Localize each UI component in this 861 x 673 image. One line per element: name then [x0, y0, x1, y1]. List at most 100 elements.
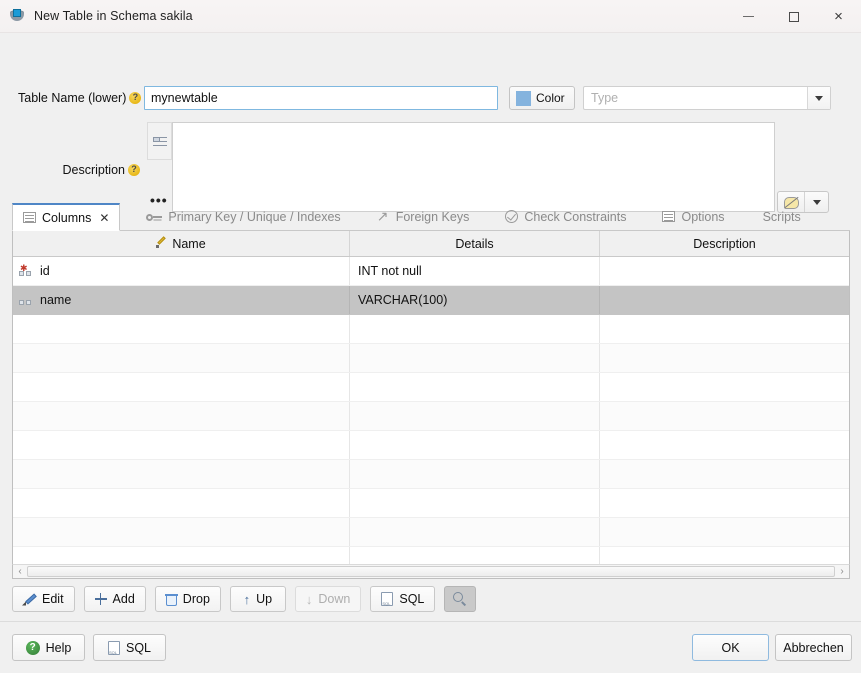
up-button[interactable]: ↑ Up — [229, 586, 286, 612]
cell-description[interactable] — [600, 286, 849, 314]
columns-grid: Name Details Description ✱ id INT not nu… — [12, 231, 850, 579]
close-button[interactable]: × — [816, 0, 861, 33]
grid-header-details-label: Details — [455, 236, 494, 251]
close-icon: × — [834, 8, 843, 25]
tab-columns[interactable]: Columns ✕ — [12, 203, 121, 231]
column-icon — [19, 295, 33, 306]
new-table-dialog: New Table in Schema sakila × Table Name … — [0, 0, 861, 673]
ok-button[interactable]: OK — [692, 634, 769, 661]
help-hint-icon[interactable] — [129, 91, 142, 104]
tab-scripts[interactable]: Scripts — [749, 203, 815, 230]
plus-icon — [94, 593, 107, 605]
color-swatch-icon — [516, 90, 531, 106]
cell-name-text: id — [40, 264, 50, 278]
help-icon — [25, 640, 40, 655]
window-controls: × — [726, 0, 861, 33]
tab-options-label: Options — [681, 209, 725, 224]
help-hint-icon-2[interactable] — [128, 163, 140, 176]
empty-row[interactable] — [13, 431, 849, 460]
grid-icon — [23, 212, 36, 223]
search-button[interactable] — [444, 586, 477, 612]
grid-header-details[interactable]: Details — [350, 231, 600, 256]
table-name-label-text: Table Name (lower) — [18, 91, 127, 105]
down-button: ↓ Down — [294, 586, 362, 612]
cell-name[interactable]: ✱ id — [13, 257, 350, 285]
tab-primary-key[interactable]: Primary Key / Unique / Indexes — [132, 203, 354, 230]
grid-header-name[interactable]: Name — [13, 231, 350, 256]
empty-row[interactable] — [13, 344, 849, 373]
maximize-button[interactable] — [771, 0, 816, 33]
help-button-label: Help — [45, 640, 72, 655]
color-button-label: Color — [536, 91, 565, 105]
scroll-right-icon[interactable]: › — [835, 565, 849, 578]
column-pk-icon: ✱ — [19, 263, 33, 277]
empty-row[interactable] — [13, 373, 849, 402]
sql-file-icon — [381, 592, 394, 606]
tab-foreign-keys[interactable]: ↗ Foreign Keys — [363, 203, 484, 230]
drop-button[interactable]: Drop — [154, 586, 221, 612]
minimize-button[interactable] — [726, 0, 771, 33]
add-button[interactable]: Add — [83, 586, 146, 612]
tab-scripts-label: Scripts — [762, 209, 801, 224]
cell-name-text: name — [40, 293, 72, 307]
description-format-button[interactable] — [147, 122, 172, 160]
table-row[interactable]: ✱ id INT not null — [13, 257, 849, 286]
grid-horizontal-scrollbar[interactable]: ‹ › — [12, 564, 850, 579]
check-circle-icon — [505, 210, 519, 223]
pencil-icon — [23, 593, 36, 606]
sql-button-label: SQL — [399, 592, 425, 606]
ok-button-label: OK — [721, 640, 740, 655]
tab-primary-key-label: Primary Key / Unique / Indexes — [168, 209, 341, 224]
database-table-icon — [9, 8, 25, 24]
empty-row[interactable] — [13, 489, 849, 518]
table-row[interactable]: name VARCHAR(100) — [13, 286, 849, 315]
tab-close-icon[interactable]: ✕ — [99, 211, 109, 225]
arrow-up-icon: ↑ — [243, 591, 251, 607]
description-label: Description — [18, 163, 140, 177]
scroll-left-icon[interactable]: ‹ — [13, 565, 27, 578]
sql-button[interactable]: SQL — [370, 586, 436, 612]
tab-foreign-keys-label: Foreign Keys — [395, 209, 470, 224]
form-area: Table Name (lower) Color Type Descriptio… — [0, 33, 861, 213]
tab-strip: Columns ✕ Primary Key / Unique / Indexes… — [12, 203, 850, 231]
arrow-down-icon: ↓ — [305, 591, 313, 607]
grid-body: ✱ id INT not null name VARCHAR(100) — [13, 257, 849, 578]
maximize-icon — [788, 11, 799, 22]
chevron-down-icon[interactable] — [807, 87, 830, 109]
grid-toolbar: Edit Add Drop ↑ Up ↓ Down SQL — [12, 586, 477, 612]
type-input-placeholder: Type — [591, 91, 619, 105]
trash-icon — [164, 593, 178, 606]
table-name-label: Table Name (lower) — [18, 91, 142, 105]
cancel-button[interactable]: Abbrechen — [775, 634, 852, 661]
tab-options[interactable]: Options — [648, 203, 738, 230]
table-name-input[interactable] — [144, 86, 498, 110]
empty-row[interactable] — [13, 315, 849, 344]
scrollbar-thumb[interactable] — [27, 566, 835, 577]
cell-details[interactable]: INT not null — [350, 257, 600, 285]
cancel-button-label: Abbrechen — [783, 640, 844, 655]
cell-description[interactable] — [600, 257, 849, 285]
footer-sql-button-label: SQL — [125, 640, 151, 655]
help-button[interactable]: Help — [12, 634, 85, 661]
edit-button[interactable]: Edit — [12, 586, 75, 612]
empty-row[interactable] — [13, 460, 849, 489]
grid-header-description-label: Description — [693, 236, 756, 251]
empty-row[interactable] — [13, 518, 849, 547]
color-button[interactable]: Color — [509, 86, 575, 110]
cell-name[interactable]: name — [13, 286, 350, 314]
grid-header-description[interactable]: Description — [600, 231, 849, 256]
pencil-icon — [156, 238, 167, 249]
key-icon — [146, 212, 163, 222]
title-bar: New Table in Schema sakila × — [0, 0, 861, 33]
empty-row[interactable] — [13, 402, 849, 431]
footer-sql-button[interactable]: SQL — [93, 634, 166, 661]
down-button-label: Down — [318, 592, 351, 606]
list-icon — [662, 211, 676, 222]
description-label-text: Description — [62, 163, 125, 177]
tab-check-constraints[interactable]: Check Constraints — [491, 203, 640, 230]
description-textarea[interactable] — [172, 122, 775, 212]
edit-button-label: Edit — [42, 592, 64, 606]
cell-details[interactable]: VARCHAR(100) — [350, 286, 600, 314]
type-combobox[interactable]: Type — [583, 86, 831, 110]
sql-file-icon — [107, 640, 120, 655]
